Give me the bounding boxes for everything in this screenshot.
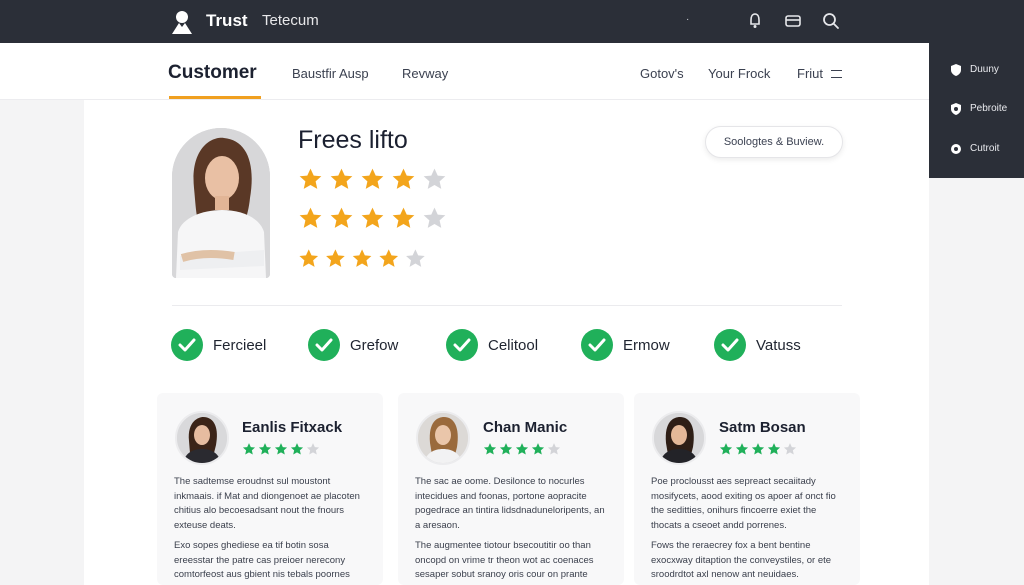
gear-icon bbox=[951, 144, 961, 154]
star-filled-icon bbox=[392, 168, 415, 189]
feature-label: Vatuss bbox=[756, 336, 801, 354]
star-filled-icon bbox=[392, 207, 415, 228]
review-text: Poe proclousst aes sepreact secaiitady m… bbox=[651, 476, 836, 531]
divider bbox=[172, 305, 842, 306]
card-icon[interactable] bbox=[783, 11, 803, 31]
nav-item-customer[interactable]: Customer bbox=[168, 62, 257, 84]
nav-item[interactable]: Baustfir Ausp bbox=[292, 66, 369, 81]
nav-item[interactable]: Gotov's bbox=[640, 66, 684, 81]
dropdown-menu: Duuny Pebroite Cutroit bbox=[929, 43, 1024, 178]
review-stars bbox=[483, 442, 561, 456]
star-filled-icon bbox=[483, 443, 497, 455]
bell-icon[interactable] bbox=[745, 11, 765, 31]
star-filled-icon bbox=[299, 249, 319, 267]
rating-row bbox=[298, 206, 447, 230]
topbar-dot: · bbox=[686, 14, 690, 25]
review-text: The sadtemse eroudnst sul moustont inkma… bbox=[174, 476, 360, 531]
review-stars bbox=[242, 442, 320, 456]
star-filled-icon bbox=[274, 443, 288, 455]
star-filled-icon bbox=[361, 168, 384, 189]
star-empty-icon bbox=[423, 168, 446, 189]
check-icon bbox=[581, 329, 613, 361]
nav-item[interactable]: Your Frock bbox=[708, 66, 770, 81]
star-empty-icon bbox=[306, 443, 320, 455]
star-filled-icon bbox=[735, 443, 749, 455]
feature-label: Fercieel bbox=[213, 336, 267, 354]
hero-pill-button[interactable]: Soologtes & Buview. bbox=[705, 126, 843, 158]
shield-icon bbox=[951, 103, 961, 115]
logo-icon bbox=[172, 11, 192, 34]
feature-label: Celitool bbox=[488, 336, 539, 354]
feature-label: Ermow bbox=[623, 336, 670, 354]
star-filled-icon bbox=[531, 443, 545, 455]
star-filled-icon bbox=[499, 443, 513, 455]
review-text: The sac ae oome. Desilonce to nocurles i… bbox=[415, 476, 605, 531]
reviewer-name: Chan Manic bbox=[483, 419, 568, 436]
star-filled-icon bbox=[352, 249, 372, 267]
customer-portrait bbox=[172, 128, 270, 278]
feature-item: Vatuss bbox=[714, 328, 801, 362]
star-filled-icon bbox=[361, 207, 384, 228]
top-bar bbox=[0, 0, 1024, 43]
dropdown-item[interactable]: Duuny bbox=[929, 51, 1024, 91]
brand-subtitle: Tetecum bbox=[262, 12, 319, 29]
review-card[interactable]: Satm Bosan Poe proclousst aes sepreact s… bbox=[634, 393, 860, 585]
star-filled-icon bbox=[299, 207, 322, 228]
dropdown-item-label: Duuny bbox=[970, 64, 999, 75]
star-empty-icon bbox=[783, 443, 797, 455]
avatar bbox=[652, 411, 706, 465]
rating-row bbox=[298, 167, 447, 191]
feature-item: Celitool bbox=[446, 328, 538, 362]
star-filled-icon bbox=[767, 443, 781, 455]
star-empty-icon bbox=[406, 249, 425, 267]
feature-item: Ermow bbox=[581, 328, 670, 362]
star-filled-icon bbox=[330, 207, 353, 228]
reviewer-name: Satm Bosan bbox=[719, 419, 806, 436]
dropdown-item-label: Cutroit bbox=[970, 143, 1000, 154]
review-text: Exo sopes ghediese ea tif botin sosa ere… bbox=[174, 540, 350, 580]
hero-title: Frees lifto bbox=[298, 126, 408, 154]
review-stars bbox=[719, 442, 797, 456]
review-card[interactable]: Chan Manic The sac ae oome. Desilonce to… bbox=[398, 393, 624, 585]
nav-active-underline bbox=[169, 96, 261, 99]
review-text: The augmentee tiotour bsecoutitir oo tha… bbox=[415, 540, 594, 580]
star-filled-icon bbox=[258, 443, 272, 455]
check-icon bbox=[446, 329, 478, 361]
rating-row bbox=[298, 248, 426, 269]
nav-item[interactable]: Friut bbox=[797, 66, 823, 81]
dropdown-item[interactable]: Pebroite bbox=[929, 90, 1024, 130]
check-icon bbox=[308, 329, 340, 361]
review-card[interactable]: Eanlis Fitxack The sadtemse eroudnst sul… bbox=[157, 393, 383, 585]
star-filled-icon bbox=[326, 249, 345, 267]
star-filled-icon bbox=[515, 443, 529, 455]
avatar bbox=[175, 411, 229, 465]
shield-icon bbox=[951, 64, 961, 76]
star-empty-icon bbox=[547, 443, 561, 455]
dropdown-item[interactable]: Cutroit bbox=[929, 130, 1024, 170]
star-empty-icon bbox=[423, 207, 446, 228]
star-filled-icon bbox=[379, 249, 399, 267]
star-filled-icon bbox=[290, 443, 304, 455]
menu-icon[interactable] bbox=[831, 70, 842, 78]
brand-name[interactable]: Trust bbox=[206, 11, 248, 31]
star-filled-icon bbox=[330, 168, 353, 189]
check-icon bbox=[714, 329, 746, 361]
check-icon bbox=[171, 329, 203, 361]
search-icon[interactable] bbox=[821, 11, 841, 31]
dropdown-item-label: Pebroite bbox=[970, 103, 1008, 114]
feature-item: Grefow bbox=[308, 328, 398, 362]
nav-item[interactable]: Revway bbox=[402, 66, 448, 81]
star-filled-icon bbox=[242, 443, 256, 455]
avatar bbox=[416, 411, 470, 465]
review-text: Fows the reraecrey fox a bent bentine ex… bbox=[651, 540, 832, 580]
star-filled-icon bbox=[719, 443, 733, 455]
feature-label: Grefow bbox=[350, 336, 399, 354]
nav-bar bbox=[0, 43, 929, 100]
star-filled-icon bbox=[299, 168, 322, 189]
star-filled-icon bbox=[751, 443, 765, 455]
feature-item: Fercieel bbox=[171, 328, 266, 362]
reviewer-name: Eanlis Fitxack bbox=[242, 419, 343, 436]
